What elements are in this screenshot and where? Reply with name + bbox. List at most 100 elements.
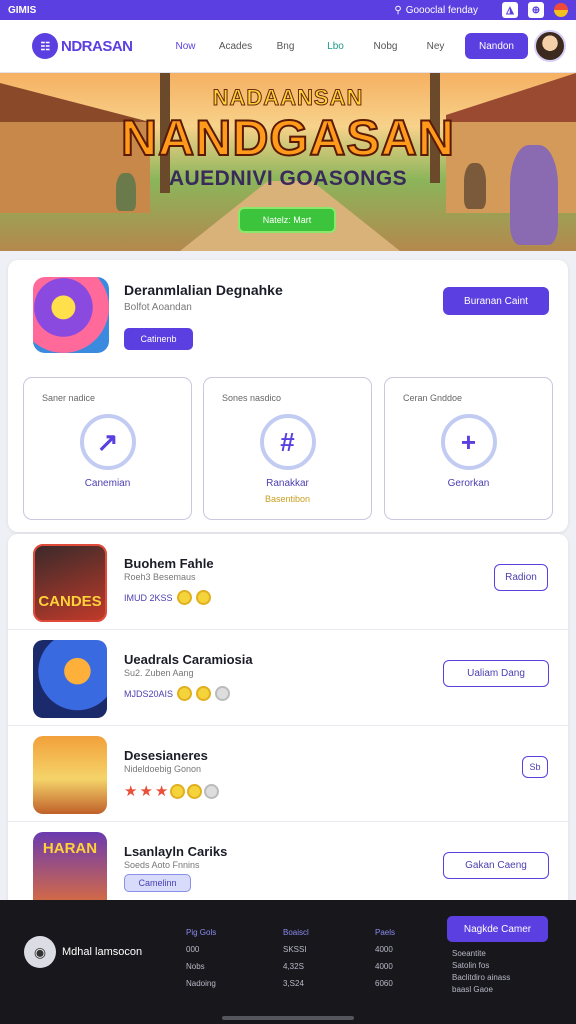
home-indicator[interactable]: [222, 1016, 354, 1020]
game-title: Ueadrals Caramiosia: [124, 652, 253, 667]
featured-title: Deranmlalian Degnahke: [124, 282, 283, 298]
star-icon: ★: [154, 783, 169, 800]
hero-banner[interactable]: NADAANSAN NANDGASAN AUEDNIVI GOASONGS Na…: [0, 73, 576, 251]
arrow-icon: ↗: [79, 414, 136, 470]
footer-column-item: 3,S24: [283, 979, 304, 988]
game-list: CANDES Buohem Fahle Roeh3 Besemaus IMUD …: [8, 534, 568, 914]
coin-icon: [170, 783, 186, 799]
featured-tag-button[interactable]: Catinenb: [124, 328, 193, 350]
coin-icon: [204, 783, 220, 799]
game-meta-text: IMUD 2KSS: [124, 592, 173, 603]
game-title: Desesianeres: [124, 748, 208, 763]
hero-title-top: NADAANSAN: [212, 85, 364, 111]
featured-subtitle: Bolfot Aoandan: [124, 302, 192, 313]
hero-subtitle: AUEDNIVI GOASONGS: [168, 167, 408, 190]
nav-item-acades[interactable]: Acades: [211, 41, 261, 52]
disc-icon: ◉: [24, 936, 56, 968]
game-thumbnail: [33, 640, 107, 718]
footer-column: Pig Gols 000 Nobs Nadoing: [186, 924, 216, 992]
feature-tile[interactable]: Sones nasdico # Ranakkar Basentibon: [203, 377, 372, 520]
game-title: Buohem Fahle: [124, 556, 214, 571]
site-logo[interactable]: ☷ NDRASAN: [32, 33, 133, 59]
tile-label: Sones nasdico: [222, 393, 282, 403]
list-item[interactable]: Ueadrals Caramiosia Su2. Zuben Aang MJDS…: [8, 630, 568, 726]
footer-column-item: 000: [186, 945, 200, 954]
top-brand: GIMIS: [8, 4, 37, 16]
avatar[interactable]: [534, 30, 566, 62]
nav-item-ney[interactable]: Ney: [411, 41, 461, 52]
tile-note: Basentibon: [264, 494, 311, 504]
hero-button[interactable]: Natelz: Mart: [238, 207, 336, 233]
game-thumbnail: [33, 736, 107, 814]
nav-item-now[interactable]: Now: [161, 41, 211, 52]
footer-brand[interactable]: ◉ Mdhal lamsocon: [24, 936, 142, 968]
tile-label: Ceran Gnddoe: [403, 393, 463, 403]
logo-mark-icon: ☷: [32, 33, 58, 59]
feature-tile[interactable]: Ceran Gnddoe + Gerorkan: [384, 377, 553, 520]
game-thumbnail: HARAN: [33, 832, 107, 910]
footer-link[interactable]: baasl Gaoe: [452, 984, 510, 996]
tile-caption: Gerorkan: [447, 478, 490, 489]
footer-column-head: Pig Gols: [186, 928, 217, 937]
footer-column: Boaiscl SKSSI 4,32S 3,S24: [283, 924, 309, 992]
featured-cta-button[interactable]: Buranan Caint: [443, 287, 549, 315]
footer-link[interactable]: Satolin fos: [452, 960, 510, 972]
coin-icon: [215, 686, 231, 701]
game-meta-text: MJDS20AIS: [124, 688, 174, 699]
game-meta: MJDS20AIS: [124, 686, 231, 701]
footer-column-head: Paels: [375, 928, 396, 937]
footer-column: Paels 4000 4000 6060: [375, 924, 395, 992]
star-icon: ★: [124, 783, 138, 800]
site-footer: ◉ Mdhal lamsocon Pig Gols 000 Nobs Nadoi…: [0, 900, 576, 1024]
list-item[interactable]: CANDES Buohem Fahle Roeh3 Besemaus IMUD …: [8, 534, 568, 630]
featured-game-thumbnail[interactable]: [33, 277, 109, 353]
top-search[interactable]: ⚲ Goooclal fenday: [394, 5, 478, 16]
flag-icon[interactable]: [554, 3, 568, 17]
footer-column-head: Boaiscl: [283, 928, 309, 937]
game-action-button[interactable]: Sb: [522, 756, 548, 778]
feature-tile[interactable]: Saner nadice ↗ Canemian: [23, 377, 192, 520]
main-nav: Now Acades Bng Lbo Nobg Ney: [161, 41, 461, 52]
footer-link[interactable]: Baclitdiro ainass: [452, 972, 510, 984]
coin-icon: [177, 686, 193, 701]
star-icon: ★: [139, 783, 153, 800]
coin-icon: [196, 686, 212, 701]
footer-links: Soeantite Satolin fos Baclitdiro ainass …: [452, 948, 510, 996]
game-subtitle: Nideldoebig Gonon: [124, 764, 202, 774]
footer-link[interactable]: Soeantite: [452, 948, 510, 960]
nav-item-bng[interactable]: Bng: [261, 41, 311, 52]
game-subtitle: Roeh3 Besemaus: [124, 572, 196, 582]
top-search-text: Goooclal fenday: [405, 4, 478, 16]
game-action-button[interactable]: Radion: [494, 564, 548, 591]
nav-item-lbo[interactable]: Lbo: [311, 41, 361, 52]
game-meta: IMUD 2KSS: [124, 590, 211, 605]
tile-caption: Ranakkar: [266, 478, 309, 489]
plus-icon: +: [440, 414, 497, 470]
nav-item-nobg[interactable]: Nobg: [361, 41, 411, 52]
game-action-button[interactable]: Gakan Caeng: [443, 852, 549, 879]
top-status-bar: GIMIS ⚲ Goooclal fenday ◮ ⊕: [0, 0, 576, 20]
footer-column-item: SKSSI: [283, 945, 307, 954]
logo-text: NDRASAN: [61, 37, 133, 55]
footer-cta-button[interactable]: Nagkde Camer: [447, 916, 548, 942]
tile-label: Saner nadice: [42, 393, 96, 403]
hero-title: NANDGASAN: [120, 109, 455, 167]
zoom-icon[interactable]: ⊕: [528, 2, 544, 18]
hash-icon: #: [259, 414, 316, 470]
footer-column-item: Nobs: [186, 962, 205, 971]
list-item[interactable]: Desesianeres Nideldoebig Gonon ★ ★ ★ Sb: [8, 726, 568, 822]
footer-column-item: 4,32S: [283, 962, 304, 971]
game-subtitle: Su2. Zuben Aang: [124, 668, 194, 678]
header-cta-button[interactable]: Nandon: [464, 33, 528, 59]
coin-icon: [195, 590, 211, 605]
game-tag-button[interactable]: Camelinn: [124, 874, 191, 892]
game-action-button[interactable]: Ualiam Dang: [443, 660, 549, 687]
footer-column-item: Nadoing: [186, 979, 216, 988]
game-subtitle: Soeds Aoto Fnnins: [124, 860, 200, 870]
game-rating: ★ ★ ★: [124, 782, 220, 800]
footer-brand-text: Mdhal lamsocon: [62, 946, 143, 958]
notification-icon[interactable]: ◮: [502, 2, 518, 18]
search-icon: ⚲: [394, 4, 402, 16]
site-header: ☷ NDRASAN Now Acades Bng Lbo Nobg Ney Na…: [0, 20, 576, 73]
coin-icon: [176, 590, 192, 605]
